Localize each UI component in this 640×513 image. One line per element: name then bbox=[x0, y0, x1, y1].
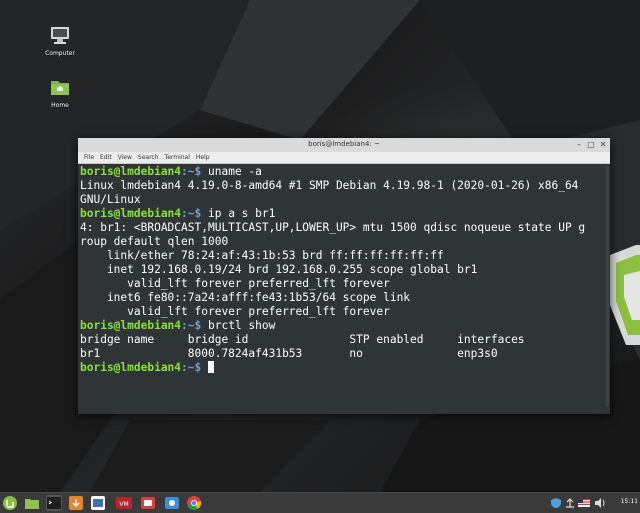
terminal-scrollbar[interactable] bbox=[606, 166, 609, 406]
window-title: boris@lmdebian4: ~ bbox=[308, 140, 380, 148]
terminal-output-line: 4: br1: <BROADCAST,MULTICAST,UP,LOWER_UP… bbox=[80, 221, 586, 234]
virtualbox-icon[interactable] bbox=[90, 495, 106, 511]
volume-icon[interactable] bbox=[594, 497, 606, 509]
terminal-window[interactable]: boris@lmdebian4: ~ – □ ✕ File Edit View … bbox=[78, 138, 610, 414]
command-text: ip a s br1 bbox=[201, 207, 276, 220]
prompt-path: :~$ bbox=[181, 319, 202, 332]
updater-icon[interactable] bbox=[68, 495, 84, 511]
desktop-icon-label: Computer bbox=[45, 50, 75, 57]
prompt-user: boris@lmdebian4 bbox=[80, 165, 182, 178]
menu-search[interactable]: Search bbox=[135, 152, 162, 163]
menu-edit[interactable]: Edit bbox=[97, 152, 115, 163]
terminal-output-line: br1 8000.7824af431b53 no enp3s0 bbox=[80, 347, 498, 360]
home-folder-icon bbox=[51, 81, 69, 95]
menu-file[interactable]: File bbox=[81, 152, 97, 163]
terminal-prompt-line: boris@lmdebian4:~$ uname -a bbox=[80, 165, 262, 179]
terminal-output-line: GNU/Linux bbox=[80, 193, 141, 206]
camera-icon[interactable] bbox=[164, 495, 180, 511]
terminal-output-line: valid_lft forever preferred_lft forever bbox=[80, 305, 390, 318]
minimize-icon[interactable]: – bbox=[574, 140, 584, 150]
close-icon[interactable]: ✕ bbox=[598, 140, 608, 150]
terminal-output-line: Linux lmdebian4 4.19.0-8-amd64 #1 SMP De… bbox=[80, 179, 579, 192]
desktop-icon-computer[interactable]: Computer bbox=[30, 24, 90, 57]
menu-terminal[interactable]: Terminal bbox=[162, 152, 193, 163]
terminal-output-line: bridge name bridge id STP enabled interf… bbox=[80, 333, 525, 346]
menu-bar: File Edit View Search Terminal Help bbox=[78, 152, 610, 164]
terminal-output-line: inet6 fe80::7a24:afff:fe43:1b53/64 scope… bbox=[80, 291, 411, 304]
window-titlebar[interactable]: boris@lmdebian4: ~ – □ ✕ bbox=[78, 138, 610, 152]
prompt-user: boris@lmdebian4 bbox=[80, 319, 182, 332]
terminal-output-line: valid_lft forever preferred_lft forever bbox=[80, 277, 390, 290]
svg-text:VM: VM bbox=[119, 501, 128, 508]
terminal-prompt-line: boris@lmdebian4:~$ ip a s br1 bbox=[80, 207, 275, 221]
prompt-path: :~$ bbox=[181, 207, 202, 220]
terminal-output-line: inet 192.168.0.19/24 brd 192.168.0.255 s… bbox=[80, 263, 478, 276]
terminal-output[interactable]: boris@lmdebian4:~$ uname -a Linux lmdebia… bbox=[78, 164, 610, 414]
terminal-output-line: link/ether 78:24:af:43:1b:53 brd ff:ff:f… bbox=[80, 249, 444, 262]
terminal-icon[interactable] bbox=[46, 495, 62, 511]
us-flag-icon[interactable] bbox=[578, 497, 590, 509]
prompt-user: boris@lmdebian4 bbox=[80, 361, 182, 374]
prompt-path: :~$ bbox=[181, 165, 202, 178]
network-icon[interactable] bbox=[564, 497, 576, 509]
shield-icon[interactable] bbox=[550, 497, 562, 509]
prompt-user: boris@lmdebian4 bbox=[80, 207, 182, 220]
maximize-icon[interactable]: □ bbox=[586, 140, 596, 150]
mint-logo-wallpaper bbox=[610, 245, 640, 345]
terminal-output-line: roup default qlen 1000 bbox=[80, 235, 229, 248]
mint-menu-icon[interactable] bbox=[2, 495, 18, 511]
text-cursor bbox=[208, 361, 215, 373]
command-text: brctl show bbox=[201, 319, 276, 332]
desktop-icon-home[interactable]: Home bbox=[30, 76, 90, 109]
command-text bbox=[201, 361, 208, 374]
terminal-prompt-line: boris@lmdebian4:~$ brctl show bbox=[80, 319, 275, 333]
terminal-prompt-line: boris@lmdebian4:~$ bbox=[80, 361, 215, 375]
desktop-icon-label: Home bbox=[51, 102, 69, 109]
menu-help[interactable]: Help bbox=[193, 152, 213, 163]
bottom-panel: VM 15:11 bbox=[0, 492, 640, 513]
computer-icon bbox=[51, 27, 69, 44]
files-icon[interactable] bbox=[24, 495, 40, 511]
screenshot-icon[interactable] bbox=[140, 495, 156, 511]
prompt-path: :~$ bbox=[181, 361, 202, 374]
menu-view[interactable]: View bbox=[115, 152, 135, 163]
command-text: uname -a bbox=[201, 165, 262, 178]
chrome-icon[interactable] bbox=[186, 495, 202, 511]
app-icon[interactable]: VM bbox=[116, 495, 132, 511]
clock[interactable]: 15:11 bbox=[621, 498, 638, 505]
